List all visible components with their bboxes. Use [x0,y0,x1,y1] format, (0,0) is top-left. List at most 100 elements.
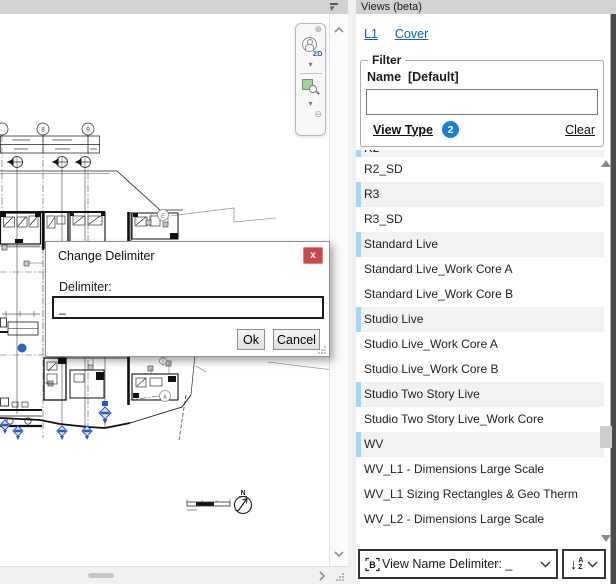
sort-az-icon: A Z [578,557,583,571]
view-name: Studio Live_Work Core A [356,332,604,357]
name-default-label: Name [Default] [367,70,459,84]
cancel-button[interactable]: Cancel [273,329,320,350]
delimiter-input[interactable] [52,296,324,319]
views-panel: Views (beta) L1 Cover Filter Name [Defau… [356,0,616,584]
view-name: WV_L1 Sizing Rectangles & Geo Therm [356,482,604,507]
view-name: Standard Live_Work Core B [356,282,604,307]
grid-bubble-e: E [161,213,165,219]
zoom-region-icon[interactable] [302,78,320,96]
view-list-item[interactable]: Standard Live_Work Core A [356,257,604,282]
ok-button[interactable]: Ok [237,329,265,350]
grid-bubble-a: A [163,394,167,400]
link-l1[interactable]: L1 [364,27,378,41]
delimiter-dropdown-label: View Name Delimiter: _ [382,557,512,571]
view-name: WV_L1 - Dimensions Large Scale [356,457,604,482]
view-name: R2_SD [356,157,604,182]
view-name: R3 [356,182,604,207]
clear-filter-link[interactable]: Clear [565,123,595,137]
view-type-link[interactable]: View Type [373,123,433,137]
view-name: Studio Live [356,307,604,332]
view-list-item[interactable]: Standard Live_Work Core B [356,282,604,307]
selection-bar [356,232,361,257]
selection-bar [356,150,361,157]
sort-z-letter: Z [578,564,583,571]
application-window: ▾ 8 9 [0,0,616,584]
scale-bar [187,499,230,510]
view-list-item[interactable]: WV_L2 - Dimensions Large Scale [356,507,604,532]
magnifier-handle-icon [316,91,320,95]
list-scroll-down-icon[interactable] [601,535,611,542]
toolbar-close-icon[interactable]: ⊗ [314,25,322,34]
view-name: R3_SD [356,207,604,232]
view-list-item[interactable]: Studio Two Story Live [356,382,604,407]
name-filter-input[interactable] [366,89,598,115]
view-name: Standard Live [356,232,604,257]
sort-a-letter: A [578,557,583,564]
navigation-toolbar: ⊗ 2D ▾ ▾ ⊖ [295,23,326,136]
view-name: R2 [356,150,604,157]
view-list-item[interactable]: Studio Two Story Live_Work Core [356,407,604,432]
steering-wheel-2d-icon[interactable]: 2D [301,37,321,57]
zoom-options-caret-icon[interactable]: ▾ [308,99,312,108]
collapse-pane-icon[interactable]: ▾ [328,2,340,12]
list-scroll-up-icon[interactable] [601,160,611,167]
drawing-vertical-scrollbar[interactable] [329,14,347,566]
view-list-item[interactable]: Studio Live [356,307,604,332]
view-list-item[interactable]: R2_SD [356,157,604,182]
view-type-row: View Type 2 Clear [373,120,595,139]
view-name: Studio Two Story Live_Work Core [356,407,604,432]
chevron-down-icon [587,561,598,568]
delimiter-field-label: Delimiter: [59,280,112,294]
views-panel-header: Views (beta) [356,0,616,14]
view-list-item[interactable]: R3_SD [356,207,604,232]
drawing-horizontal-scrollbar[interactable] [0,566,348,584]
filter-legend: Filter [368,53,405,67]
scrollbar-thumb[interactable] [88,573,114,578]
chevron-down-icon [540,561,551,568]
filter-groupbox: Filter Name [Default] View Type 2 Clear [360,60,604,147]
view-name-delimiter-dropdown[interactable]: B View Name Delimiter: _ [358,549,558,579]
dialog-close-button[interactable]: x [303,247,323,264]
scroll-right-icon[interactable] [318,571,326,581]
resize-grip-icon[interactable] [335,572,345,582]
change-delimiter-dialog: Change Delimiter x Delimiter: Ok Cancel [45,241,330,357]
views-list: R2 R2_SD R3 R3_SD [356,150,604,548]
north-label: N [240,490,245,497]
list-scrollbar[interactable] [599,150,614,548]
sort-arrow-icon: ↓ [570,557,578,572]
view-list-item[interactable]: WV_L1 - Dimensions Large Scale [356,457,604,482]
view-name: WV_L2 - Dimensions Large Scale [356,507,604,532]
dialog-resize-grip-icon[interactable] [317,345,327,355]
rename-delimiter-icon: B [365,557,380,572]
view-list-item[interactable]: WV_L1 Sizing Rectangles & Geo Therm [356,482,604,507]
wheel-options-caret-icon[interactable]: ▾ [308,60,312,69]
view-type-count-badge: 2 [442,121,459,138]
selection-bar [356,432,361,457]
selection-bar [356,182,361,207]
selection-bar [356,382,361,407]
view-name: Studio Two Story Live [356,382,604,407]
wheel-2d-label: 2D [313,49,323,58]
drawing-pane-header: ▾ [0,0,348,14]
view-shortcut-links: L1 Cover [364,27,428,41]
view-list-item[interactable]: R2 [356,150,604,157]
north-arrow [235,497,252,514]
view-list-item[interactable]: Studio Live_Work Core B [356,357,604,382]
selection-bar [356,307,361,332]
view-list-item[interactable]: Studio Live_Work Core A [356,332,604,357]
scroll-up-icon[interactable] [334,26,344,34]
view-name: Standard Live_Work Core A [356,257,604,282]
dialog-title: Change Delimiter [58,249,155,263]
scroll-down-icon[interactable] [334,550,344,558]
view-list-item[interactable]: Standard Live [356,232,604,257]
toolbar-minimize-icon[interactable]: ⊖ [314,110,322,119]
toolbar-divider [300,73,322,74]
view-name: Studio Live_Work Core B [356,357,604,382]
view-name: WV [356,432,604,457]
sort-order-dropdown[interactable]: ↓ A Z [562,549,606,579]
view-list-item[interactable]: WV [356,432,604,457]
pane-divider [348,0,356,584]
link-cover[interactable]: Cover [395,27,428,41]
list-scrollbar-thumb[interactable] [600,426,612,448]
view-list-item[interactable]: R3 [356,182,604,207]
